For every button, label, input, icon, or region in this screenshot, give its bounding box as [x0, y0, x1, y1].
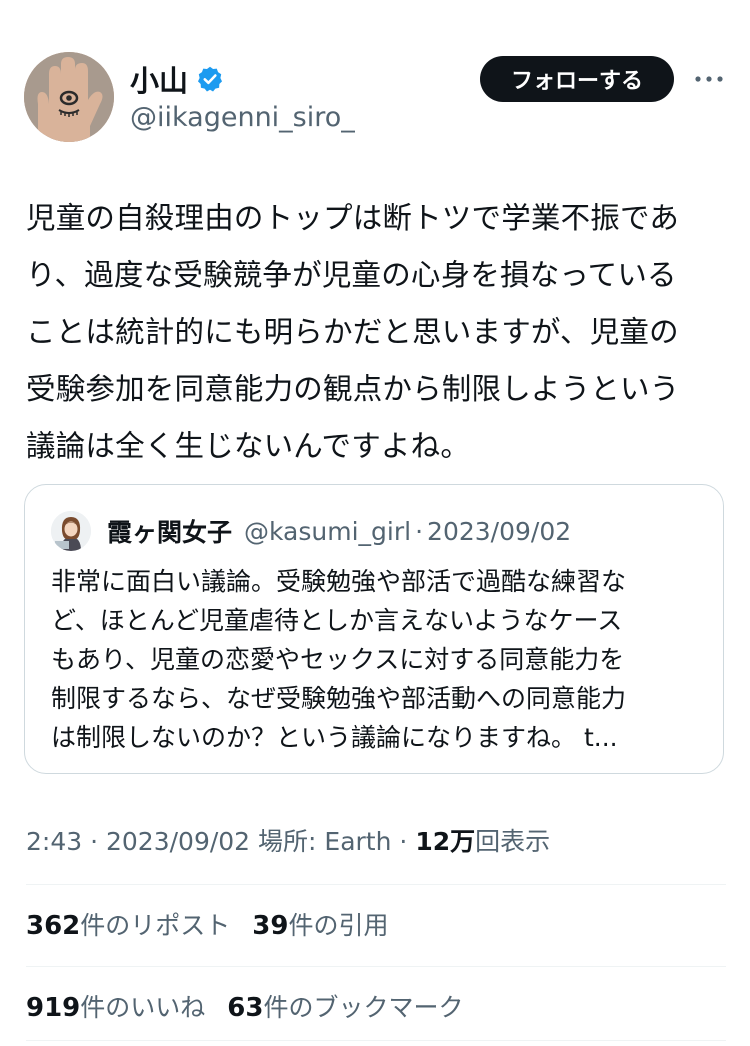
stats-row-reposts: 362件のリポスト 39件の引用	[26, 906, 411, 942]
quote-text: 非常に面白い議論。受験勉強や部活で過酷な練習な ど、ほとんど児童虐待としか言えな…	[51, 562, 701, 757]
display-name-row: 小山	[130, 60, 355, 98]
views-label: 回表示	[475, 827, 551, 856]
quote-date: 2023/09/02	[427, 516, 572, 546]
tweet-line: り、過度な受験競争が児童の心身を損なっている	[26, 258, 677, 292]
quote-line: もあり、児童の恋愛やセックスに対する同意能力を	[51, 645, 625, 674]
meta-separator: ·	[399, 827, 408, 856]
quotes-count: 39	[252, 911, 289, 941]
quote-author-avatar	[51, 511, 91, 551]
more-button[interactable]	[692, 62, 726, 96]
likes-stat[interactable]: 919件のいいね	[26, 988, 205, 1024]
quote-line: は制限しないのか？という議論になりますね。 t...	[51, 723, 618, 752]
reposts-count: 362	[26, 911, 81, 941]
tweet-date[interactable]: 2023/09/02	[106, 827, 250, 856]
bookmarks-count: 63	[227, 993, 264, 1023]
quotes-label: 件の引用	[288, 911, 389, 940]
bookmarks-stat[interactable]: 63件のブックマーク	[227, 988, 463, 1024]
tweet-meta: 2:43 · 2023/09/02 場所: Earth · 12万回表示	[26, 822, 550, 858]
girl-avatar-icon	[51, 511, 91, 551]
tweet-time[interactable]: 2:43	[26, 827, 82, 856]
quote-line: 非常に面白い議論。受験勉強や部活で過酷な練習な	[51, 567, 627, 596]
author-avatar[interactable]	[24, 52, 114, 142]
quoted-tweet-card[interactable]: 霞ヶ関女子 @kasumi_girl · 2023/09/02 非常に面白い議論…	[24, 484, 724, 774]
author-display-name[interactable]: 小山	[130, 58, 188, 100]
reposts-stat[interactable]: 362件のリポスト	[26, 906, 230, 942]
quote-separator: ·	[415, 516, 424, 546]
hand-eye-avatar-icon	[24, 52, 114, 142]
meta-separator: ·	[90, 827, 99, 856]
quote-line: 制限するなら、なぜ受験勉強や部活動への同意能力	[51, 684, 627, 713]
author-name-block: 小山 @iikagenni_siro_	[130, 60, 355, 133]
quote-line: ど、ほとんど児童虐待としか言えないようなケース	[51, 606, 623, 635]
tweet-line: 議論は全く生じないんですよね。	[26, 429, 471, 463]
divider	[26, 884, 726, 885]
views-count: 12万	[415, 827, 476, 856]
tweet-line: 受験参加を同意能力の観点から制限しようという	[26, 372, 680, 406]
divider	[26, 966, 726, 967]
quote-author-name: 霞ヶ関女子	[107, 518, 233, 547]
author-handle[interactable]: @iikagenni_siro_	[130, 102, 355, 133]
quote-author-handle: @kasumi_girl	[244, 516, 412, 546]
quotes-stat[interactable]: 39件の引用	[252, 906, 388, 942]
tweet-header: 小山 @iikagenni_siro_ フォローする	[24, 52, 726, 144]
tweet-text: 児童の自殺理由のトップは断トツで学業不振であ り、過度な受験競争が児童の心身を損…	[26, 190, 728, 475]
quote-header: 霞ヶ関女子 @kasumi_girl · 2023/09/02	[51, 511, 571, 551]
divider	[26, 1040, 726, 1041]
likes-count: 919	[26, 993, 81, 1023]
follow-button[interactable]: フォローする	[480, 56, 674, 102]
stats-row-likes: 919件のいいね 63件のブックマーク	[26, 988, 486, 1024]
tweet-line: ことは統計的にも明らかだと思いますが、児童の	[26, 315, 679, 349]
reposts-label: 件のリポスト	[80, 911, 231, 940]
bookmarks-label: 件のブックマーク	[263, 993, 464, 1022]
likes-label: 件のいいね	[80, 993, 206, 1022]
tweet-location: 場所: Earth	[258, 827, 392, 856]
tweet-line: 児童の自殺理由のトップは断トツで学業不振であ	[26, 201, 680, 235]
more-icon	[695, 76, 723, 82]
verified-badge-icon	[197, 66, 223, 92]
